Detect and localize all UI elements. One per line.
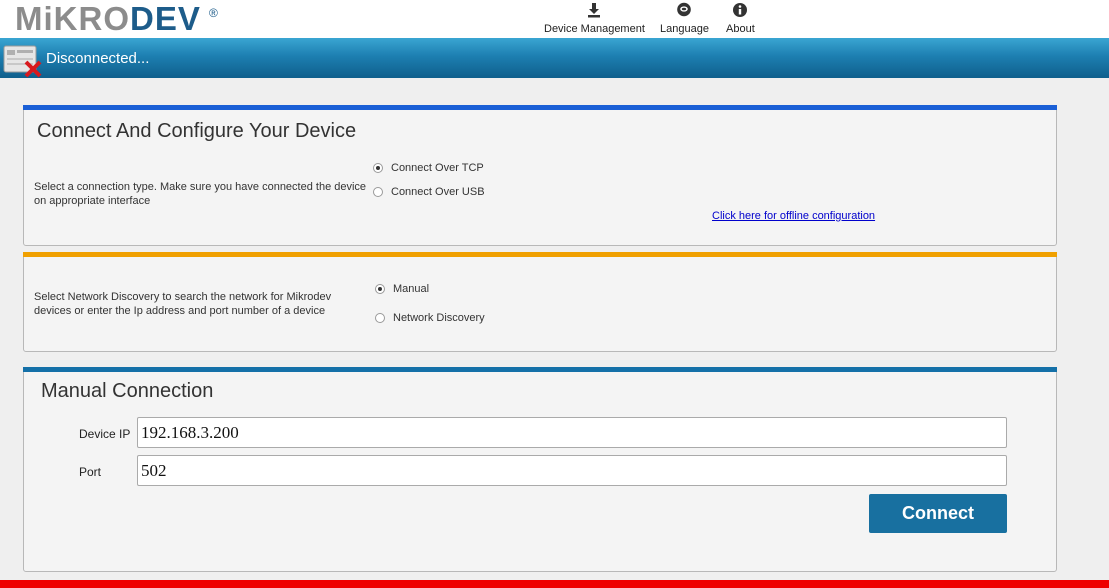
connect-button[interactable]: Connect (869, 494, 1007, 533)
connection-status-text: Disconnected... (46, 50, 150, 67)
nav-label-device-management: Device Management (544, 23, 645, 35)
panel-accent-bar (23, 252, 1057, 257)
panel-accent-bar (23, 367, 1057, 372)
radio-manual[interactable]: Manual (375, 283, 429, 295)
device-ip-label: Device IP (79, 427, 131, 441)
radio-connect-over-tcp[interactable]: Connect Over TCP (373, 162, 484, 174)
radio-manual-indicator[interactable] (375, 284, 385, 294)
offline-configuration-link[interactable]: Click here for offline configuration (712, 210, 875, 222)
port-input[interactable] (137, 455, 1007, 486)
manual-connection-title: Manual Connection (41, 380, 214, 402)
nav-device-management[interactable]: Device Management (544, 2, 645, 35)
top-header: MiKRODEV ® Device Management Language Ab… (0, 0, 1109, 38)
radio-usb-label: Connect Over USB (391, 186, 485, 198)
radio-tcp-label: Connect Over TCP (391, 162, 484, 174)
download-icon (588, 3, 601, 18)
network-discovery-panel: Select Network Discovery to search the n… (23, 252, 1057, 352)
nav-about[interactable]: About (726, 2, 755, 35)
radio-usb-indicator[interactable] (373, 187, 383, 197)
logo-text-dev: DEV (130, 0, 201, 37)
device-disconnected-icon (3, 45, 42, 78)
radio-discovery-indicator[interactable] (375, 313, 385, 323)
device-ip-input[interactable] (137, 417, 1007, 448)
discovery-description: Select Network Discovery to search the n… (34, 291, 332, 317)
radio-manual-label: Manual (393, 283, 430, 295)
radio-discovery-label: Network Discovery (393, 312, 485, 324)
port-label: Port (79, 465, 102, 479)
nav-label-about: About (726, 23, 755, 35)
info-icon (733, 3, 748, 17)
mikrodev-logo: MiKRODEV ® (15, 0, 218, 37)
connection-status-bar: Disconnected... (0, 38, 1109, 78)
connect-configure-panel: Connect And Configure Your Device Select… (23, 105, 1057, 246)
radio-tcp-indicator[interactable] (373, 163, 383, 173)
chat-bubble-icon (677, 2, 692, 17)
connection-type-description: Select a connection type. Make sure you … (34, 181, 367, 207)
manual-connection-panel: Manual Connection Device IP Port Connect (23, 367, 1057, 572)
panel-accent-bar (23, 105, 1057, 110)
connect-panel-title: Connect And Configure Your Device (37, 120, 357, 142)
nav-language[interactable]: Language (660, 2, 709, 35)
radio-network-discovery[interactable]: Network Discovery (375, 312, 485, 324)
radio-connect-over-usb[interactable]: Connect Over USB (373, 186, 485, 198)
registered-mark: ® (209, 6, 219, 20)
nav-label-language: Language (660, 23, 709, 35)
footer-bar (0, 580, 1109, 588)
logo-text-mikro: MiKRO (15, 0, 130, 37)
